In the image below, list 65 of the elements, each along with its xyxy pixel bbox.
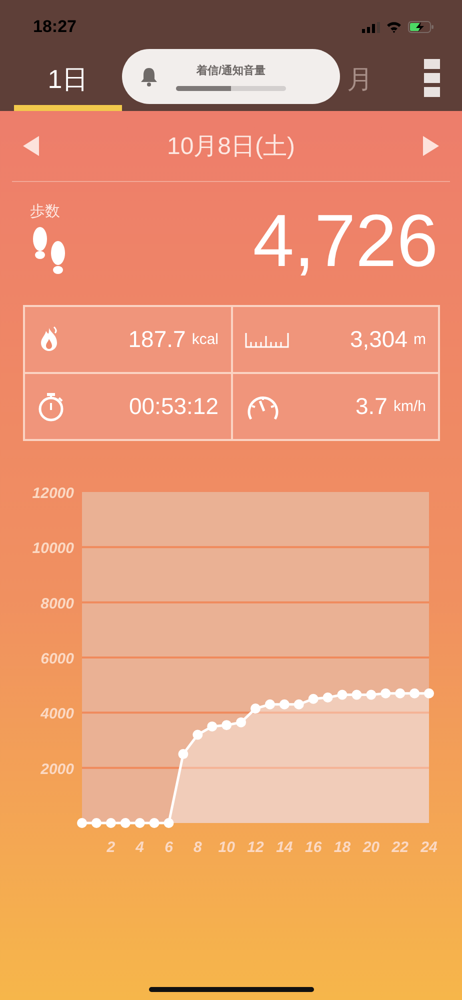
data-point <box>236 717 246 728</box>
data-point <box>352 690 362 700</box>
stopwatch-icon <box>37 392 65 422</box>
ruler-icon <box>244 332 288 348</box>
data-point <box>380 688 391 698</box>
data-point <box>250 704 260 714</box>
status-time: 18:27 <box>33 17 76 37</box>
x-axis-label: 22 <box>392 839 408 856</box>
data-point <box>410 688 420 698</box>
data-point <box>106 818 116 828</box>
data-point <box>164 818 174 828</box>
signal-icon <box>362 22 380 32</box>
x-axis-label: 6 <box>164 839 173 856</box>
battery-icon <box>408 21 434 33</box>
data-point <box>279 699 290 710</box>
data-point <box>192 730 203 740</box>
y-axis-label: 6000 <box>40 650 74 668</box>
y-axis-label: 12000 <box>32 485 74 502</box>
y-axis-label: 10000 <box>32 540 74 558</box>
x-axis-label: 8 <box>194 839 202 856</box>
data-point <box>337 690 348 700</box>
data-point <box>222 720 232 730</box>
menu-icon[interactable] <box>424 58 440 96</box>
volume-title: 着信/通知音量 <box>196 63 266 78</box>
y-axis-label: 2000 <box>40 760 74 778</box>
data-point <box>77 818 87 828</box>
stat-value: 00:53:12 <box>128 393 218 420</box>
x-axis-label: 16 <box>305 839 322 856</box>
next-day-icon[interactable] <box>423 136 439 156</box>
steps-label: 歩数 <box>30 202 61 221</box>
volume-slider[interactable] <box>176 86 286 90</box>
data-point <box>120 818 130 828</box>
wifi-icon <box>386 21 402 33</box>
data-point <box>264 699 275 710</box>
stat-unit: m <box>414 331 426 348</box>
data-point <box>294 699 304 710</box>
data-point <box>207 721 218 732</box>
data-point <box>178 749 188 760</box>
previous-day-icon[interactable] <box>23 136 39 156</box>
x-axis-label: 20 <box>362 839 380 856</box>
x-axis-label: 10 <box>218 839 235 856</box>
data-point <box>149 818 160 828</box>
x-axis-label: 24 <box>420 839 438 856</box>
date-label: 10月8日(土) <box>166 132 296 162</box>
x-axis-label: 18 <box>334 839 351 856</box>
data-point <box>91 818 102 828</box>
x-axis-label: 4 <box>136 839 144 856</box>
x-axis-label: 12 <box>247 839 264 856</box>
step-count: 4,726 <box>252 204 438 284</box>
x-axis-label: 14 <box>276 839 293 856</box>
stat-unit: km/h <box>393 398 426 415</box>
data-point <box>366 690 376 700</box>
data-point <box>395 688 406 698</box>
y-axis-label: 4000 <box>40 706 74 723</box>
stat-unit: kcal <box>192 331 218 348</box>
stat-value: 187.7 <box>128 326 186 353</box>
data-point <box>134 818 145 828</box>
stat-value: 3.7 <box>356 393 388 420</box>
data-point <box>322 692 333 702</box>
data-point <box>424 688 434 698</box>
bell-icon <box>140 66 158 86</box>
stat-value: 3,304 <box>350 326 408 353</box>
y-axis-label: 8000 <box>40 595 74 612</box>
data-point <box>308 694 318 704</box>
x-axis-label: 2 <box>106 839 116 856</box>
